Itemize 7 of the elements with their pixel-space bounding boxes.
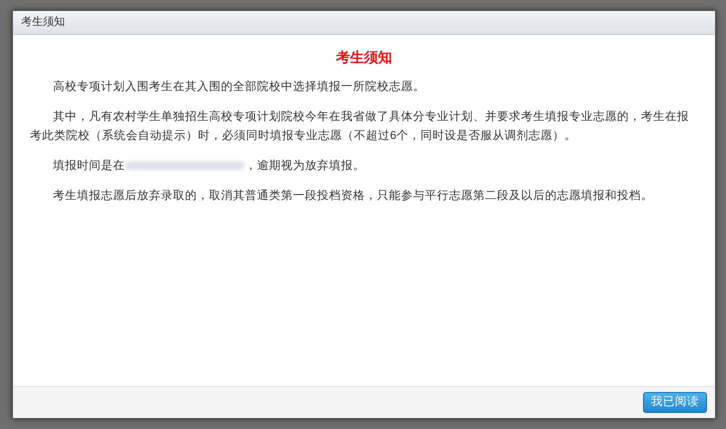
notice-paragraph: 填报时间是在 ，逾期视为放弃填报。 [52,158,366,174]
read-confirm-button[interactable]: 我已阅读 [643,392,707,413]
notice-paragraph: 考生填报志愿后放弃录取的，取消其普通类第一段投档资格，只能参与平行志愿第二段及以后的志愿填报和投档。 [52,188,654,204]
notice-heading: 考生须知 [336,48,392,67]
notice-paragraph: 其中，凡有农村学生单独招生高校专项计划院校今年在我省做了具体分专业计划、并要求考生填报专业志愿的，考生在报考此类院校（系统会自动提示）时，必须同时填报专业志愿（不超过6个，同时设是否服从调剂志愿）。 [30,109,690,144]
window-title: 考生须知 [21,15,65,30]
notice-paragraph: 高校专项计划入围考生在其入围的全部院校中选择填报一所院校志愿。 [52,79,426,95]
